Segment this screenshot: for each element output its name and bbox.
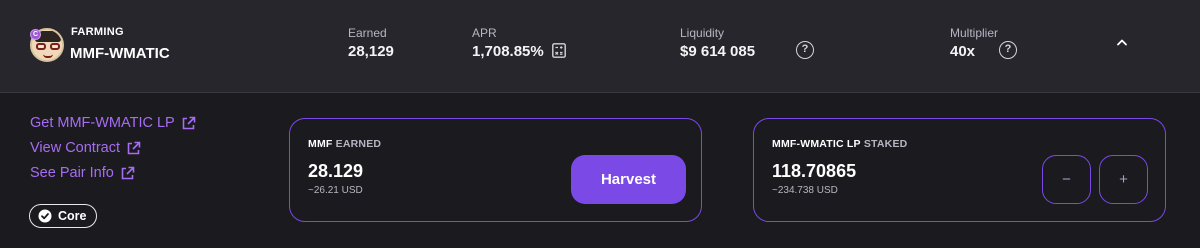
core-tag-label: Core xyxy=(58,209,87,223)
farm-pair-name: MMF-WMATIC xyxy=(70,45,170,62)
view-contract-link-label: View Contract xyxy=(30,140,120,156)
farm-category-label: FARMING xyxy=(71,26,124,38)
earned-usd-value: ~26.21 USD xyxy=(308,185,363,196)
stake-button[interactable]: + xyxy=(1099,155,1148,204)
apr-value: 1,708.85% xyxy=(472,43,544,60)
staked-amount: 118.70865 xyxy=(772,161,857,181)
farm-row-header[interactable]: C FARMING MMF-WMATIC Earned 28,129 APR 1… xyxy=(0,0,1200,93)
earned-label: Earned xyxy=(348,26,387,40)
verified-check-icon xyxy=(38,209,52,223)
earned-value: 28,129 xyxy=(348,43,394,60)
see-pair-info-link[interactable]: See Pair Info xyxy=(30,165,135,181)
view-contract-link[interactable]: View Contract xyxy=(30,140,141,156)
earned-card: MMF EARNED 28.129 ~26.21 USD Harvest xyxy=(289,118,702,222)
liquidity-value: $9 614 085 xyxy=(680,43,756,60)
earned-suffix: EARNED xyxy=(335,138,382,150)
chevron-up-icon[interactable] xyxy=(1113,37,1131,49)
liquidity-label: Liquidity xyxy=(680,26,725,40)
external-link-icon xyxy=(127,141,141,154)
earned-card-title: MMF EARNED xyxy=(308,138,381,150)
external-link-icon xyxy=(121,166,135,179)
multiplier-value: 40x xyxy=(950,43,976,60)
external-link-icon xyxy=(182,116,196,129)
apr-label: APR xyxy=(472,26,497,40)
liquidity-help-icon[interactable]: ? xyxy=(796,41,814,59)
staked-token-symbol: MMF-WMATIC LP xyxy=(772,138,861,150)
see-pair-info-link-label: See Pair Info xyxy=(30,165,114,181)
staked-card: MMF-WMATIC LP STAKED 118.70865 ~234.738 … xyxy=(753,118,1166,222)
staked-card-title: MMF-WMATIC LP STAKED xyxy=(772,138,907,150)
core-tag: Core xyxy=(29,204,97,228)
staked-suffix: STAKED xyxy=(863,138,908,150)
multiplier-label: Multiplier xyxy=(950,26,999,40)
multiplier-help-icon[interactable]: ? xyxy=(999,41,1017,59)
get-lp-link-label: Get MMF-WMATIC LP xyxy=(30,115,175,131)
calculator-icon[interactable] xyxy=(552,43,566,58)
chain-badge-icon: C xyxy=(30,29,41,40)
harvest-button[interactable]: Harvest xyxy=(571,155,686,204)
unstake-button[interactable]: − xyxy=(1042,155,1091,204)
get-lp-link[interactable]: Get MMF-WMATIC LP xyxy=(30,115,196,131)
earned-amount: 28.129 xyxy=(308,161,364,181)
earned-token-symbol: MMF xyxy=(308,138,333,150)
staked-usd-value: ~234.738 USD xyxy=(772,185,838,196)
